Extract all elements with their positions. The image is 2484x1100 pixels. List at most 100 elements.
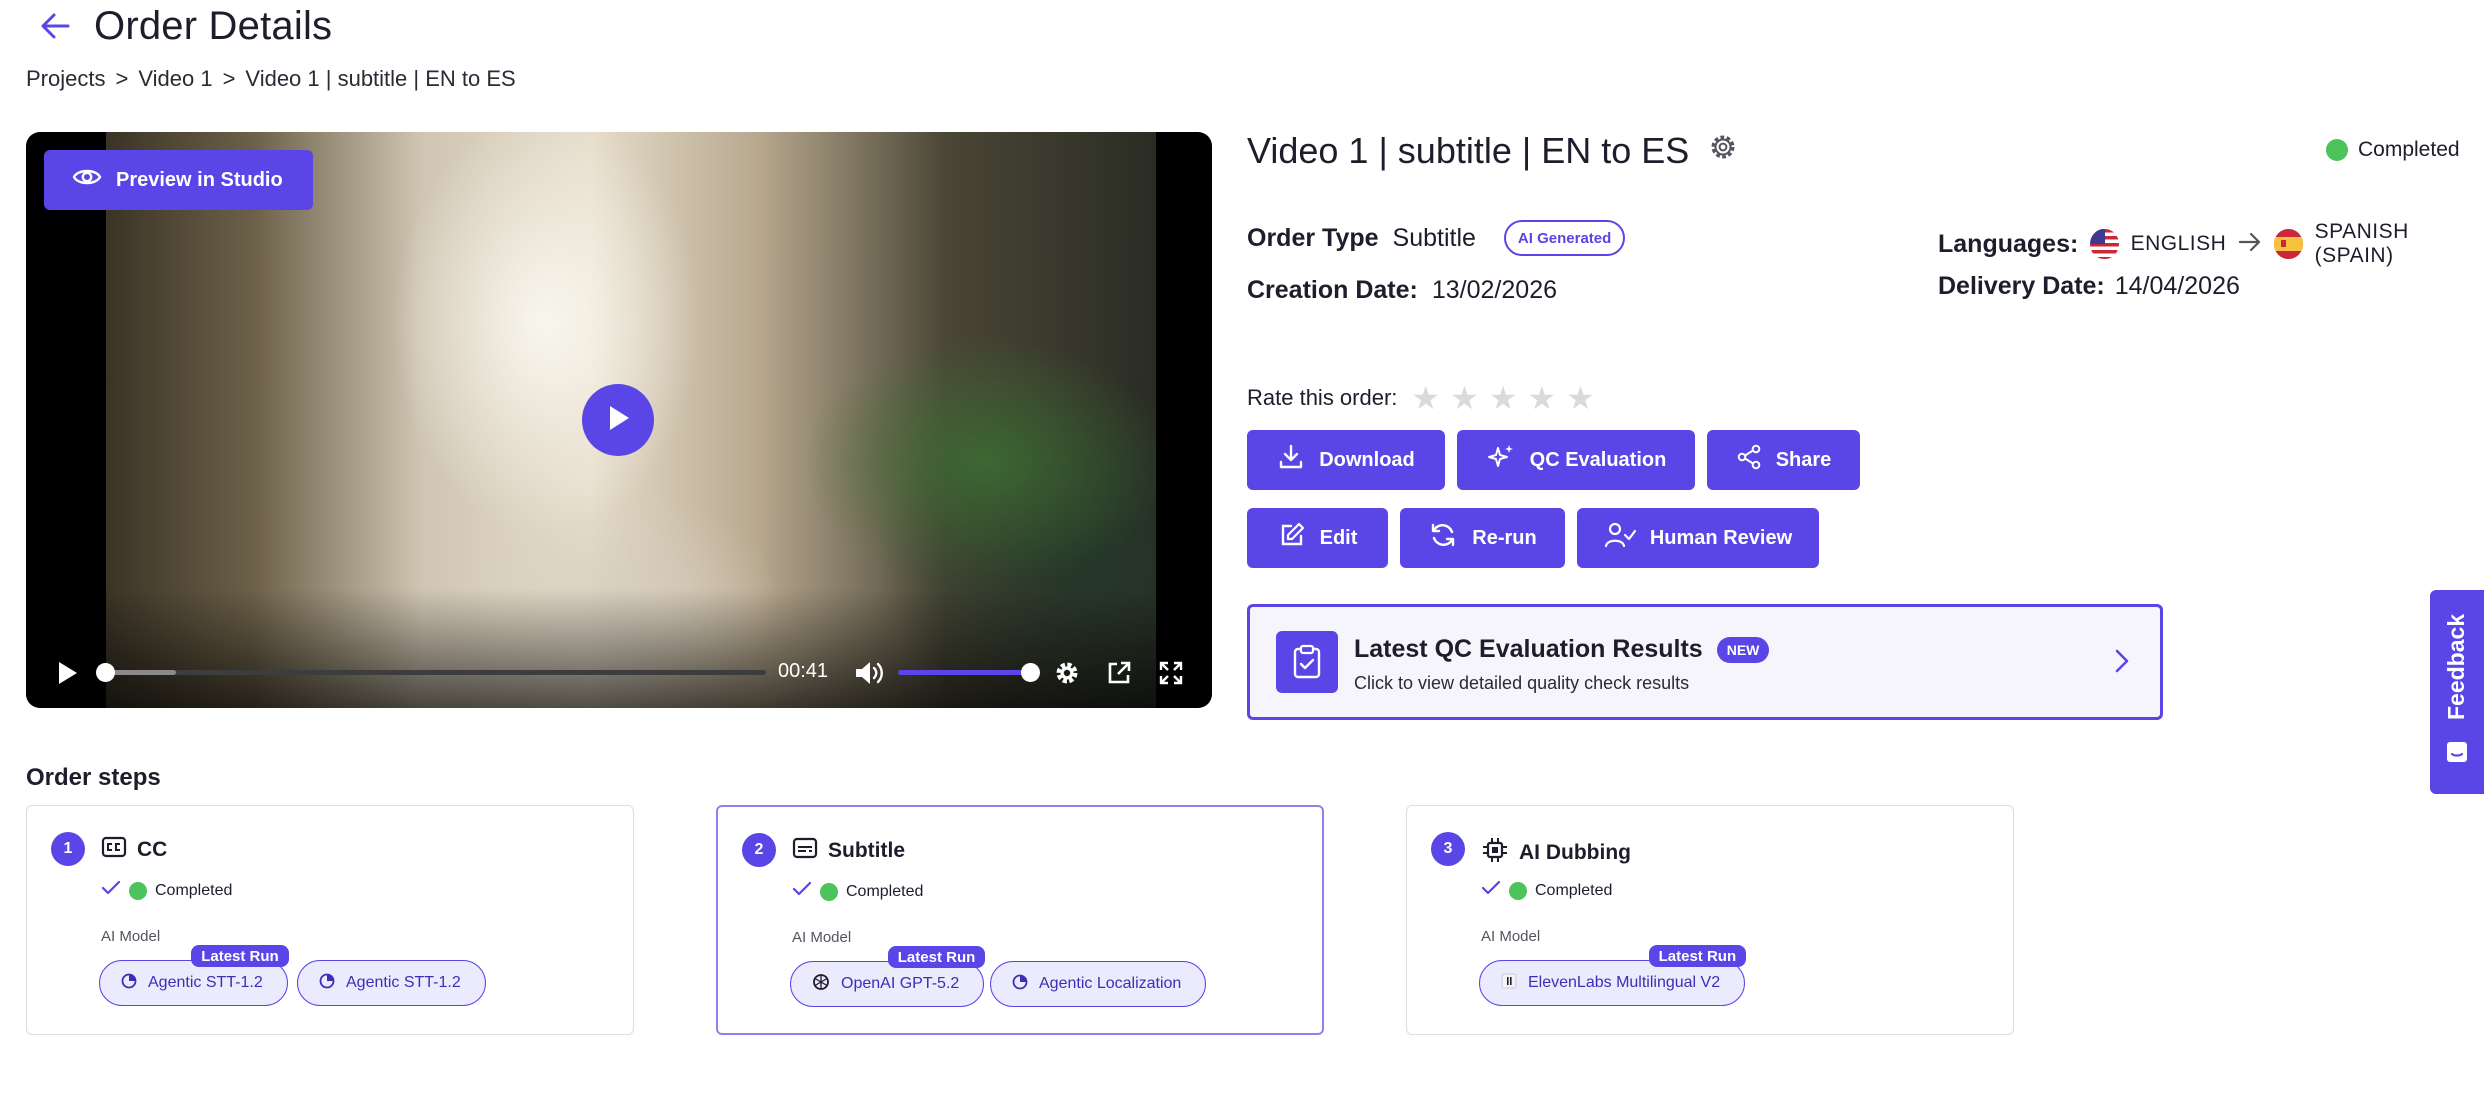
rating-stars: ★ ★ ★ ★ ★: [1411, 382, 1594, 414]
fullscreen-icon[interactable]: [1156, 658, 1186, 688]
play-overlay-button[interactable]: [582, 384, 654, 456]
model-name: Agentic STT-1.2: [346, 974, 461, 991]
step-status: Completed: [101, 880, 232, 901]
model-chip[interactable]: Latest Run Agentic STT-1.2: [99, 945, 289, 1006]
download-icon: [1277, 443, 1305, 477]
page-title: Order Details: [94, 3, 333, 48]
breadcrumb-video[interactable]: Video 1: [138, 66, 212, 92]
languages-label: Languages:: [1938, 229, 2079, 258]
model-name: Agentic STT-1.2: [148, 974, 263, 991]
rating-row: Rate this order: ★ ★ ★ ★ ★: [1247, 382, 1595, 414]
model-name: Agentic Localization: [1039, 975, 1182, 992]
order-type-row: Order Type Subtitle AI Generated: [1247, 220, 1626, 256]
order-type-value: Subtitle: [1392, 223, 1476, 252]
qc-card-title-row: Latest QC Evaluation Results NEW: [1354, 635, 1770, 664]
latest-run-badge: Latest Run: [1648, 945, 1747, 967]
step-card-ai-dubbing[interactable]: 3 AI Dubbing Completed AI Model Latest R…: [1406, 805, 2014, 1035]
preview-in-studio-button[interactable]: Preview in Studio: [44, 150, 313, 210]
edit-button[interactable]: Edit: [1247, 508, 1388, 568]
latest-qc-results-card[interactable]: Latest QC Evaluation Results NEW Click t…: [1247, 604, 2163, 720]
feedback-tab[interactable]: Feedback: [2430, 590, 2484, 794]
volume-icon[interactable]: [852, 658, 886, 688]
check-icon: [101, 880, 121, 901]
step-header: Subtitle: [792, 837, 905, 865]
model-chip[interactable]: Agentic Localization: [990, 961, 1207, 1007]
model-name: OpenAI GPT-5.2: [841, 975, 960, 992]
step-number: 1: [51, 832, 85, 866]
star-icon[interactable]: ★: [1566, 382, 1595, 414]
play-button[interactable]: [52, 658, 82, 688]
step-status-label: Completed: [846, 882, 924, 900]
share-button[interactable]: Share: [1707, 430, 1860, 490]
star-icon[interactable]: ★: [1411, 382, 1440, 414]
latest-run-badge: Latest Run: [191, 945, 289, 967]
model-chip[interactable]: Latest Run ElevenLabs Multilingual V2: [1479, 945, 1747, 1006]
video-player[interactable]: Preview in Studio 00:41: [26, 132, 1212, 708]
volume-slider[interactable]: [898, 663, 1040, 682]
step-name: CC: [137, 838, 168, 861]
new-badge: NEW: [1716, 636, 1770, 663]
page-header: Order Details: [38, 0, 332, 52]
rating-label: Rate this order:: [1247, 385, 1398, 410]
download-button[interactable]: Download: [1247, 430, 1445, 490]
model-chip[interactable]: Latest Run OpenAI GPT-5.2: [790, 946, 986, 1007]
step-number: 3: [1431, 832, 1465, 866]
ai-model-label: AI Model: [101, 928, 161, 945]
status-dot: [129, 881, 147, 900]
volume-thumb[interactable]: [1021, 663, 1040, 682]
feedback-chat-icon: [2445, 740, 2469, 769]
agentic-model-icon: [318, 972, 336, 995]
ai-model-label: AI Model: [1481, 928, 1541, 945]
feedback-label: Feedback: [2443, 613, 2469, 720]
rerun-label: Re-run: [1472, 526, 1537, 549]
settings-gear-icon[interactable]: [1052, 658, 1082, 688]
back-arrow-icon[interactable]: [38, 9, 72, 43]
closed-captions-icon: [101, 836, 127, 864]
creation-date-row: Creation Date: 13/02/2026: [1247, 276, 1557, 305]
step-header: CC: [101, 836, 167, 864]
star-icon[interactable]: ★: [1527, 382, 1556, 414]
breadcrumb-separator: >: [115, 66, 129, 91]
agentic-model-icon: [120, 972, 138, 995]
step-header: AI Dubbing: [1481, 836, 1631, 870]
openai-icon: [811, 972, 831, 997]
step-card-subtitle[interactable]: 2 Subtitle Completed AI Model Latest Run…: [716, 805, 1324, 1035]
status-dot: [820, 882, 838, 901]
sparkles-icon: [1486, 442, 1516, 478]
video-controls: 00:41: [26, 648, 1212, 696]
human-review-button[interactable]: Human Review: [1577, 508, 1819, 568]
seek-bar[interactable]: [96, 663, 766, 682]
rerun-button[interactable]: Re-run: [1400, 508, 1565, 568]
step-number: 2: [742, 833, 776, 867]
order-settings-gear-icon[interactable]: [1707, 130, 1739, 172]
pop-out-icon[interactable]: [1104, 658, 1134, 688]
check-icon: [1481, 880, 1501, 901]
eye-icon: [72, 166, 102, 194]
chip-processor-icon: [1481, 836, 1509, 870]
share-label: Share: [1775, 448, 1832, 471]
breadcrumb-separator: >: [222, 66, 236, 91]
star-icon[interactable]: ★: [1450, 382, 1479, 414]
seek-thumb[interactable]: [96, 663, 115, 682]
delivery-date-value: 14/04/2026: [2114, 272, 2240, 300]
share-icon: [1736, 444, 1762, 476]
step-status: Completed: [1481, 880, 1612, 901]
refresh-icon: [1428, 521, 1458, 555]
breadcrumb-projects[interactable]: Projects: [26, 66, 105, 92]
qc-evaluation-button[interactable]: QC Evaluation: [1457, 430, 1695, 490]
step-name: Subtitle: [828, 839, 905, 862]
check-icon: [792, 881, 812, 902]
order-status: Completed: [2326, 138, 2460, 162]
model-chip[interactable]: Agentic STT-1.2: [297, 960, 486, 1006]
edit-icon: [1278, 521, 1306, 555]
star-icon[interactable]: ★: [1489, 382, 1518, 414]
human-review-label: Human Review: [1649, 526, 1793, 549]
step-card-cc[interactable]: 1 CC Completed AI Model Latest Run Agent…: [26, 805, 634, 1035]
ai-generated-badge: AI Generated: [1503, 220, 1626, 256]
creation-date-value: 13/02/2026: [1431, 276, 1557, 304]
source-language: ENGLISH: [2130, 232, 2227, 255]
status-dot: [1509, 881, 1527, 900]
order-title: Video 1 | subtitle | EN to ES: [1247, 130, 1690, 171]
user-check-icon: [1604, 521, 1636, 555]
arrow-right-icon: [2238, 230, 2262, 259]
